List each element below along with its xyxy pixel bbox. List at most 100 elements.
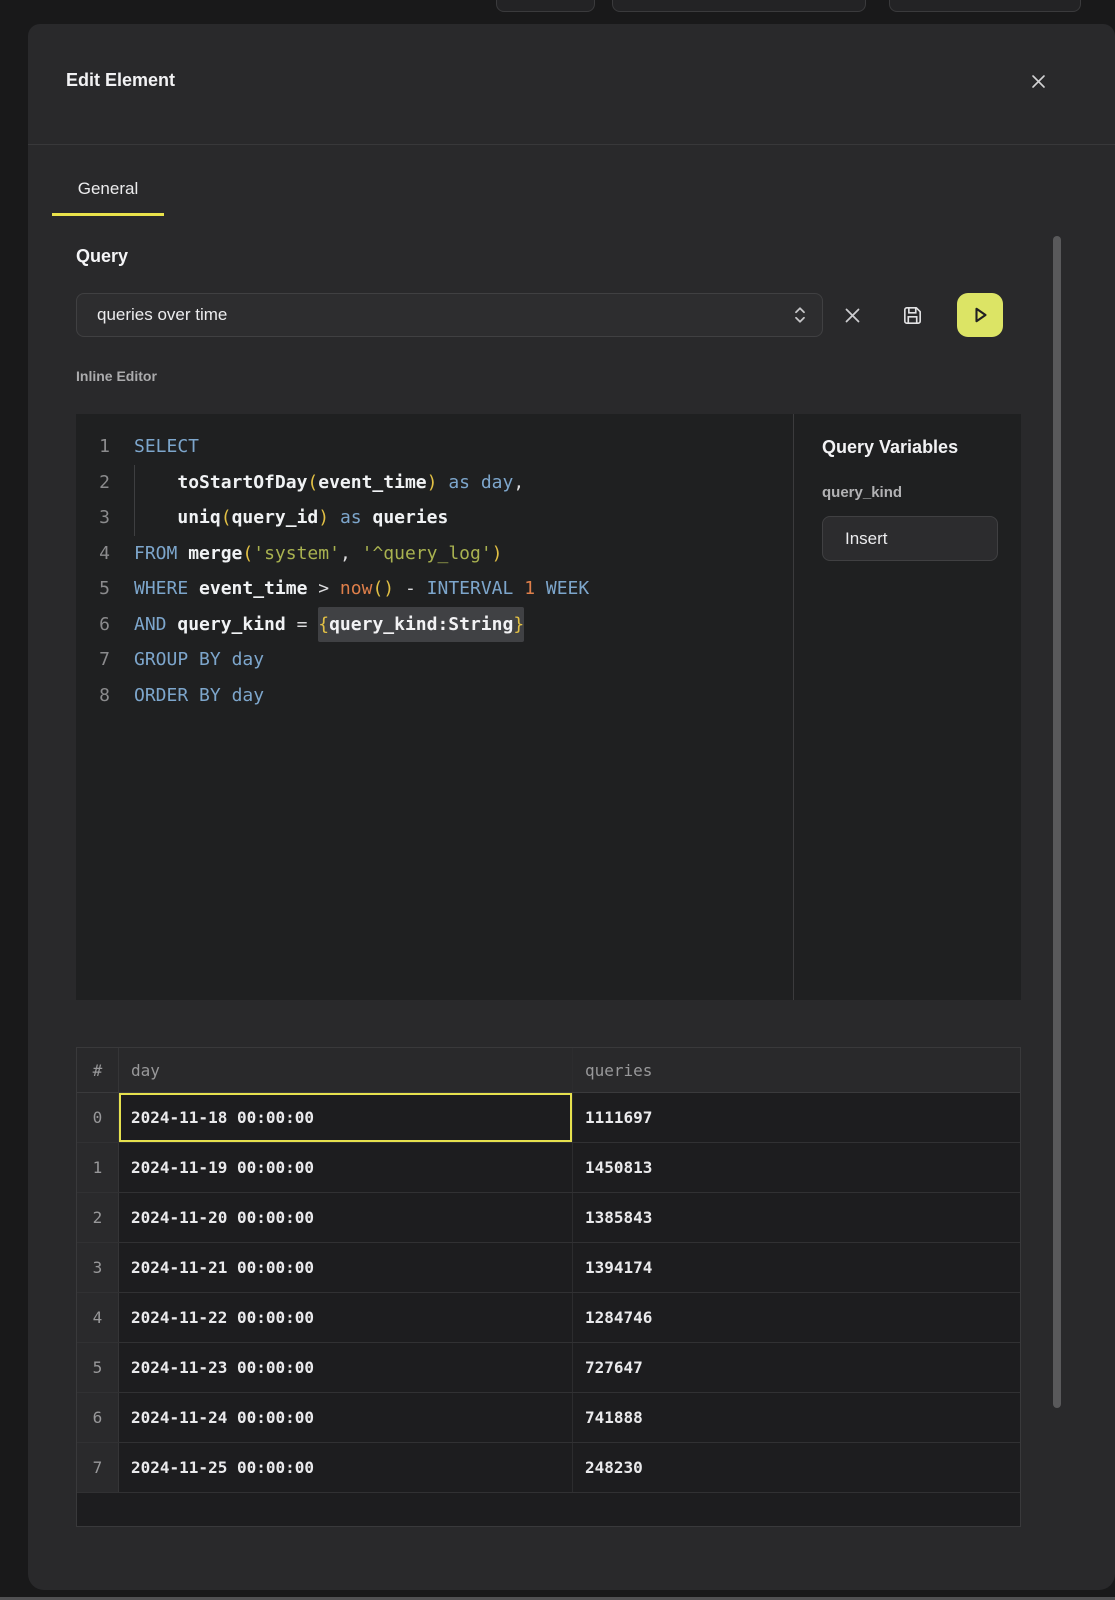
line-number: 1 [76, 429, 110, 465]
table-row: 22024-11-20 00:00:001385843 [77, 1193, 1020, 1243]
code-token [221, 642, 232, 678]
code-token: ( [307, 465, 318, 501]
line-number: 2 [76, 465, 110, 501]
code-token: day [481, 465, 514, 501]
code-line[interactable]: 4FROM merge('system', '^query_log') [76, 536, 793, 572]
code-token [167, 607, 178, 643]
save-icon [901, 304, 924, 327]
code-token: query_id [232, 500, 319, 536]
row-index: 2 [77, 1193, 119, 1242]
code-token: , [340, 536, 362, 572]
code-line[interactable]: 5WHERE event_time > now() - INTERVAL 1 W… [76, 571, 793, 607]
code-token: event_time [318, 465, 426, 501]
code-token: WEEK [546, 571, 589, 607]
line-number: 3 [76, 500, 110, 536]
cell-queries[interactable]: 727647 [573, 1343, 1020, 1392]
cell-queries[interactable]: 1284746 [573, 1293, 1020, 1342]
cell-day[interactable]: 2024-11-24 00:00:00 [119, 1393, 573, 1442]
table-row: 52024-11-23 00:00:00727647 [77, 1343, 1020, 1393]
code-token [188, 571, 199, 607]
code-token: toStartOfDay [177, 465, 307, 501]
tab-general[interactable]: General [52, 179, 164, 216]
cell-queries[interactable]: 1111697 [573, 1093, 1020, 1142]
code-token: ) [427, 465, 438, 501]
variable-name: query_kind [822, 484, 997, 501]
cell-queries[interactable]: 248230 [573, 1443, 1020, 1492]
query-select[interactable]: queries over time [76, 293, 823, 337]
save-query-button[interactable] [901, 304, 924, 327]
sql-editor[interactable]: 1SELECT2 toStartOfDay(event_time) as day… [76, 414, 793, 1000]
row-index: 5 [77, 1343, 119, 1392]
cell-queries[interactable]: 1385843 [573, 1193, 1020, 1242]
run-query-button[interactable] [957, 293, 1003, 337]
column-header[interactable]: # [77, 1048, 119, 1092]
line-number: 4 [76, 536, 110, 572]
line-number: 5 [76, 571, 110, 607]
column-header[interactable]: day [119, 1048, 573, 1092]
table-row: 02024-11-18 00:00:001111697 [77, 1093, 1020, 1143]
code-token: > [307, 571, 340, 607]
table-row: 32024-11-21 00:00:001394174 [77, 1243, 1020, 1293]
line-number: 6 [76, 607, 110, 643]
modal-title: Edit Element [66, 70, 175, 91]
cell-day[interactable]: 2024-11-25 00:00:00 [119, 1443, 573, 1492]
cell-day[interactable]: 2024-11-23 00:00:00 [119, 1343, 573, 1392]
cell-queries[interactable]: 1450813 [573, 1143, 1020, 1192]
x-icon [844, 307, 861, 324]
code-token [221, 678, 232, 714]
cell-day-selected[interactable]: 2024-11-18 00:00:00 [119, 1093, 573, 1142]
code-token: query_kind [177, 607, 285, 643]
cell-day[interactable]: 2024-11-22 00:00:00 [119, 1293, 573, 1342]
table-row: 62024-11-24 00:00:00741888 [77, 1393, 1020, 1443]
cell-day[interactable]: 2024-11-19 00:00:00 [119, 1143, 573, 1192]
code-line[interactable]: 3 uniq(query_id) as queries [76, 500, 793, 536]
cell-day[interactable]: 2024-11-21 00:00:00 [119, 1243, 573, 1292]
table-row: 42024-11-22 00:00:001284746 [77, 1293, 1020, 1343]
modal-content: Query queries over time [28, 246, 1115, 1527]
code-line[interactable]: 7GROUP BY day [76, 642, 793, 678]
modal-header: Edit Element [28, 24, 1115, 145]
cell-queries[interactable]: 1394174 [573, 1243, 1020, 1292]
code-line[interactable]: 6AND query_kind = {query_kind:String} [76, 607, 793, 643]
cell-day[interactable]: 2024-11-20 00:00:00 [119, 1193, 573, 1242]
line-number: 8 [76, 678, 110, 714]
tab-bar: General [28, 145, 1115, 216]
code-token: merge [188, 536, 242, 572]
close-button[interactable] [1025, 68, 1051, 94]
background-toolbar-button[interactable] [612, 0, 866, 12]
background-toolbar-button[interactable] [889, 0, 1081, 12]
code-token [513, 571, 524, 607]
row-index: 4 [77, 1293, 119, 1342]
code-token: , [513, 465, 524, 501]
table-empty-space [77, 1493, 1020, 1526]
results-table: #dayqueries02024-11-18 00:00:00111169712… [76, 1047, 1021, 1527]
query-select-value: queries over time [97, 305, 790, 325]
code-token: () [372, 571, 394, 607]
code-line[interactable]: 2 toStartOfDay(event_time) as day, [76, 465, 793, 501]
modal-scrollbar[interactable] [1053, 236, 1061, 1408]
code-token: day [232, 642, 265, 678]
table-row: 72024-11-25 00:00:00248230 [77, 1443, 1020, 1493]
clear-query-button[interactable] [844, 307, 861, 324]
close-icon [1031, 74, 1046, 89]
row-index: 3 [77, 1243, 119, 1292]
code-line[interactable]: 1SELECT [76, 429, 793, 465]
background-toolbar-button[interactable] [496, 0, 595, 12]
code-token [188, 678, 199, 714]
row-index: 0 [77, 1093, 119, 1142]
code-token [329, 500, 340, 536]
insert-variable-button[interactable]: Insert [822, 516, 998, 561]
column-header[interactable]: queries [573, 1048, 1020, 1092]
edit-element-modal: Edit Element General Query queries over … [28, 24, 1115, 1590]
code-token: = [286, 607, 319, 643]
code-token: ( [242, 536, 253, 572]
code-token: ) [492, 536, 503, 572]
cell-queries[interactable]: 741888 [573, 1393, 1020, 1442]
code-line[interactable]: 8ORDER BY day [76, 678, 793, 714]
query-row: queries over time [76, 293, 1115, 337]
chevron-updown-icon [790, 304, 810, 326]
query-parameter-token: {query_kind:String} [318, 607, 524, 643]
code-token: GROUP [134, 642, 188, 678]
code-token: queries [372, 500, 448, 536]
code-token: ( [221, 500, 232, 536]
